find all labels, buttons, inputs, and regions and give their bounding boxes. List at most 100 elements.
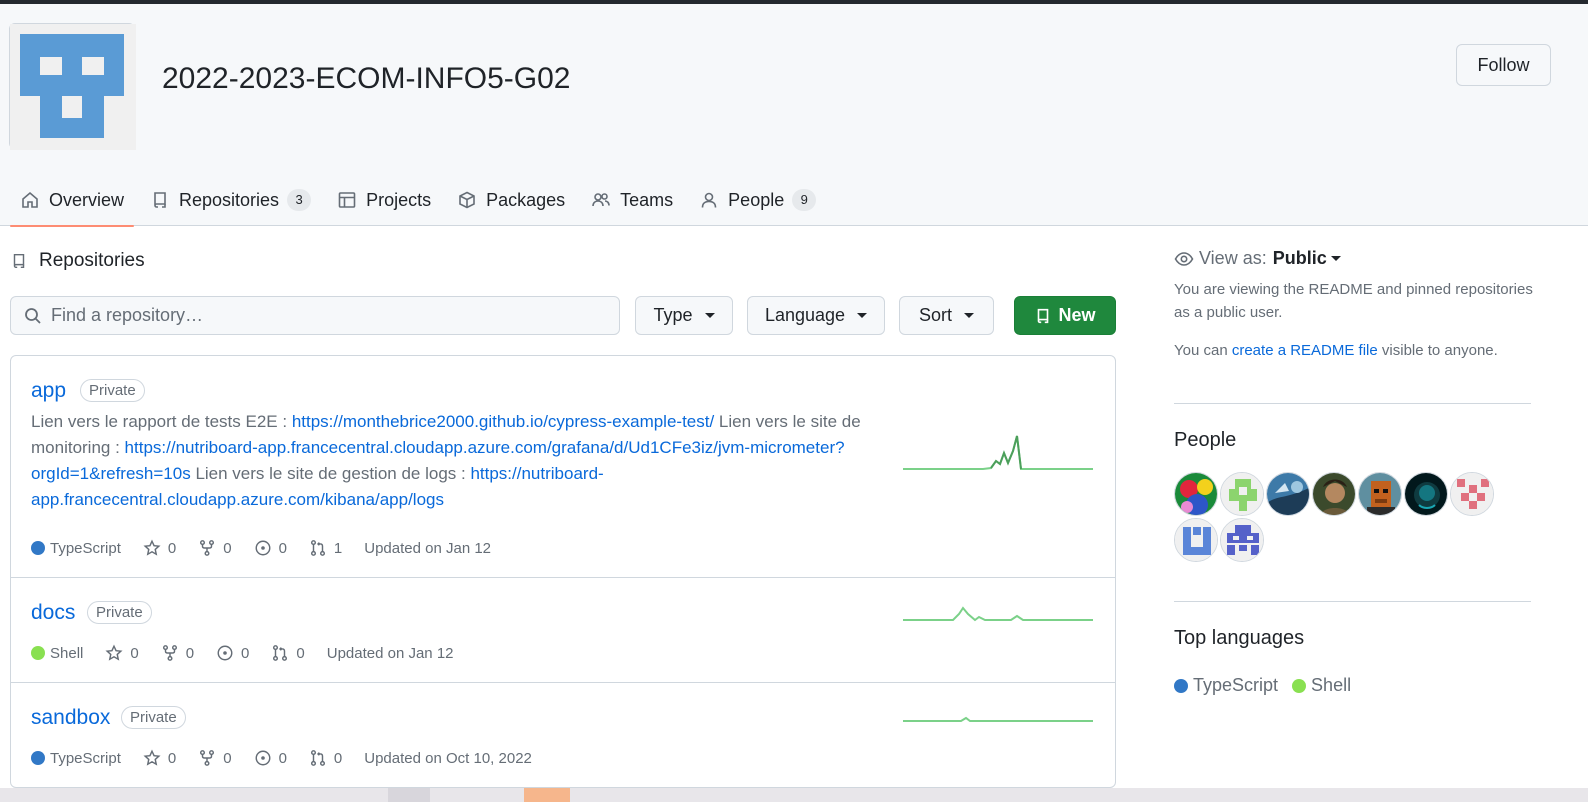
repo-icon xyxy=(1038,308,1049,323)
pulls-count: 0 xyxy=(333,749,343,767)
repo-link[interactable]: docs xyxy=(31,601,75,625)
member-avatar[interactable] xyxy=(1266,472,1310,516)
tab-teams-label: Teams xyxy=(620,189,674,210)
repo-link[interactable]: app xyxy=(31,379,66,403)
tab-packages-label: Packages xyxy=(486,189,566,210)
repo-updated: Updated on Jan 12 xyxy=(364,539,492,557)
activity-sparkline xyxy=(903,716,1093,722)
repo-stars[interactable]: 0 xyxy=(143,539,176,557)
member-avatar[interactable] xyxy=(1220,472,1264,516)
language-filter-label: Language xyxy=(764,305,846,325)
repo-issues[interactable]: 0 xyxy=(254,749,287,767)
follow-button[interactable]: Follow xyxy=(1456,44,1551,86)
repo-meta: TypeScript 0 0 0 0 Updated on Oct 10, 20… xyxy=(31,749,554,767)
package-icon xyxy=(459,191,475,209)
repo-icon xyxy=(154,192,166,208)
repo-stars[interactable]: 0 xyxy=(105,644,139,662)
repo-language: Shell xyxy=(31,645,83,662)
new-repo-button[interactable]: New xyxy=(1014,296,1116,335)
people-avatars xyxy=(1174,472,1504,564)
language-color-dot xyxy=(31,646,45,660)
language-color-dot xyxy=(1174,678,1188,693)
repo-updated: Updated on Jan 12 xyxy=(326,644,454,662)
language-label: Shell xyxy=(1311,675,1352,695)
star-icon xyxy=(105,644,123,661)
repo-pulls[interactable]: 1 xyxy=(309,539,342,557)
taskbar-segment xyxy=(388,788,430,802)
repo-forks[interactable]: 0 xyxy=(198,749,232,767)
tab-projects[interactable]: Projects xyxy=(327,174,441,226)
repo-pulls[interactable]: 0 xyxy=(309,749,342,767)
desc-text: Lien vers le rapport de tests E2E : xyxy=(31,412,292,431)
visibility-badge: Private xyxy=(121,706,186,729)
tab-repositories[interactable]: Repositories 3 xyxy=(140,174,321,226)
tab-repositories-label: Repositories xyxy=(179,189,280,210)
org-avatar[interactable] xyxy=(9,23,136,150)
desc-text: Lien vers le site de gestion de logs : xyxy=(190,464,471,483)
issues-count: 0 xyxy=(278,749,287,767)
sidebar-divider xyxy=(1174,601,1531,602)
readme-note-suffix: visible to anyone. xyxy=(1377,342,1498,359)
visibility-badge: Private xyxy=(80,379,145,402)
member-avatar[interactable] xyxy=(1174,472,1218,516)
pulls-count: 0 xyxy=(296,644,305,662)
language-item: Shell xyxy=(1292,675,1351,696)
tab-teams[interactable]: Teams xyxy=(581,174,683,226)
repo-forks[interactable]: 0 xyxy=(161,644,194,662)
desc-link[interactable]: https://monthebrice2000.github.io/cypres… xyxy=(292,412,714,431)
home-icon xyxy=(22,191,38,208)
fork-icon xyxy=(200,540,215,556)
create-readme-link[interactable]: create a README file xyxy=(1232,342,1378,359)
view-as-toggle[interactable]: View as: Public xyxy=(1174,248,1341,269)
language-color-dot xyxy=(31,751,45,765)
org-name: 2022-2023-ECOM-INFO5-G02 xyxy=(162,62,571,95)
repo-meta: Shell 0 0 0 0 Updated on Jan 12 xyxy=(31,644,476,662)
taskbar-strip xyxy=(0,788,1588,802)
sort-button[interactable]: Sort xyxy=(899,296,994,335)
repo-issues[interactable]: 0 xyxy=(216,644,249,662)
member-avatar[interactable] xyxy=(1404,472,1448,516)
chevron-down-icon xyxy=(857,313,868,318)
repo-search-box[interactable] xyxy=(10,296,620,335)
org-nav: Overview Repositories 3 Projects Package… xyxy=(10,174,832,227)
member-avatar[interactable] xyxy=(1450,472,1494,516)
stars-count: 0 xyxy=(167,539,177,557)
issue-icon xyxy=(255,540,271,556)
search-icon xyxy=(25,307,41,324)
repo-language: TypeScript xyxy=(31,750,121,767)
issue-icon xyxy=(255,750,271,766)
top-languages-heading: Top languages xyxy=(1174,627,1305,649)
tab-people[interactable]: People 9 xyxy=(689,174,826,226)
tab-overview-label: Overview xyxy=(49,189,125,210)
repo-meta: TypeScript 0 0 0 1 Updated on Jan 12 xyxy=(31,539,513,557)
repo-language: TypeScript xyxy=(31,540,121,557)
table-icon xyxy=(338,192,356,208)
repo-issues[interactable]: 0 xyxy=(254,539,287,557)
sort-label: Sort xyxy=(918,305,952,325)
repo-search-input[interactable] xyxy=(51,305,591,326)
tab-overview[interactable]: Overview xyxy=(10,174,135,227)
chevron-down-icon xyxy=(964,313,974,318)
repo-link[interactable]: sandbox xyxy=(31,706,110,730)
member-avatar[interactable] xyxy=(1312,472,1356,516)
view-as-label: View as: xyxy=(1199,248,1267,268)
repo-forks[interactable]: 0 xyxy=(198,539,232,557)
repo-stars[interactable]: 0 xyxy=(143,749,176,767)
repositories-heading-label: Repositories xyxy=(39,250,145,271)
type-filter-button[interactable]: Type xyxy=(635,296,733,335)
language-filter-button[interactable]: Language xyxy=(747,296,885,335)
language-label: TypeScript xyxy=(1193,675,1279,695)
star-icon xyxy=(143,539,161,556)
repo-pulls[interactable]: 0 xyxy=(271,644,305,662)
member-avatar[interactable] xyxy=(1220,518,1264,562)
forks-count: 0 xyxy=(223,749,232,767)
member-avatar[interactable] xyxy=(1358,472,1402,516)
tab-packages[interactable]: Packages xyxy=(447,174,575,226)
people-heading: People xyxy=(1174,429,1237,451)
member-avatar[interactable] xyxy=(1174,518,1218,562)
tab-projects-label: Projects xyxy=(366,189,432,210)
eye-icon xyxy=(1174,251,1194,266)
fork-icon xyxy=(200,750,215,766)
fork-icon xyxy=(162,645,177,661)
tab-people-label: People xyxy=(728,189,785,210)
